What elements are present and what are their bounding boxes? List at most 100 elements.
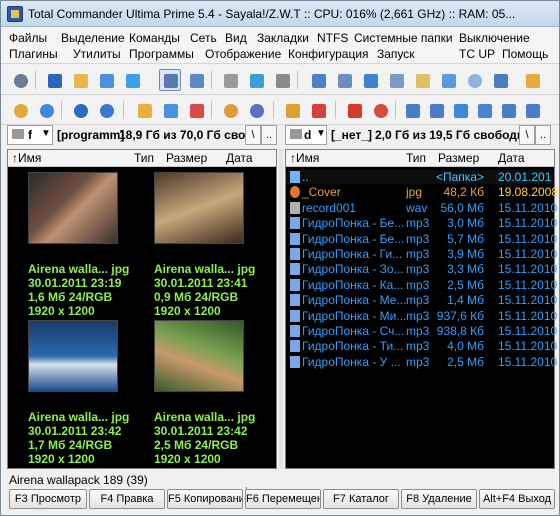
toolbar-columns-button[interactable]: [185, 69, 207, 91]
toolbar-trash-button[interactable]: [271, 69, 293, 91]
parent-directory-row[interactable]: .. <Папка> 20.01.201: [286, 170, 554, 184]
file-type: mp3: [406, 216, 430, 231]
toolbar-back-button[interactable]: [401, 99, 423, 121]
toolbar-find-button[interactable]: [489, 69, 511, 91]
file-row[interactable]: ГидроПонка - Ка... mp3 2,5 Мб 15.11.2010: [286, 278, 557, 292]
toolbar-pack-button[interactable]: [385, 69, 407, 91]
file-row[interactable]: ГидроПонка - Зо... mp3 3,3 Мб 15.11.2010: [286, 262, 557, 276]
toolbar-prev-button[interactable]: [497, 99, 519, 121]
panel-splitter[interactable]: [279, 149, 283, 469]
column-header-size[interactable]: Размер: [438, 151, 479, 165]
toolbar-thumbnails-button[interactable]: [159, 69, 181, 91]
file-row[interactable]: _Cover jpg 48,2 Кб 19.08.2008: [286, 185, 558, 199]
file-row[interactable]: ГидроПонка - У ... mp3 2,5 Мб 15.11.2010: [286, 355, 557, 369]
right-drive-select[interactable]: d ▼: [285, 125, 327, 145]
file-row[interactable]: ГидроПонка - Ми... mp3 937,6 Кб 15.11.2010: [286, 309, 557, 323]
menu-files[interactable]: Файлы: [9, 31, 47, 45]
column-header-date[interactable]: Дата: [498, 151, 525, 165]
toolbar-apps-button[interactable]: [307, 99, 329, 121]
right-file-panel[interactable]: ↑Имя Тип Размер Дата .. <Папка> 20.01.201 _…: [285, 149, 558, 469]
toolbar-chart-button[interactable]: [219, 99, 241, 121]
toolbar-network-button[interactable]: [35, 99, 57, 121]
toolbar-attributes-button[interactable]: [437, 69, 459, 91]
menu-selection[interactable]: Выделение: [61, 31, 125, 45]
f4-edit-button[interactable]: F4 Правка: [89, 489, 165, 509]
menu-network[interactable]: Сеть: [190, 31, 217, 45]
f8-delete-button[interactable]: F8 Удаление: [401, 489, 477, 509]
menu-system-folders[interactable]: Системные папки: [354, 31, 453, 45]
toolbar-refresh-button[interactable]: [43, 69, 65, 91]
toolbar-box-yellow-button[interactable]: [133, 99, 155, 121]
toolbar-stop-button[interactable]: [343, 99, 365, 121]
f7-mkdir-button[interactable]: F7 Каталог: [323, 489, 399, 509]
column-header-date[interactable]: Дата: [226, 151, 253, 165]
toolbar-flag-button[interactable]: [245, 99, 267, 121]
column-header-type[interactable]: Тип: [134, 151, 154, 165]
menu-display[interactable]: Отображение: [205, 47, 281, 61]
menu-tc-up[interactable]: TC UP: [459, 47, 495, 61]
toolbar-edit-button[interactable]: [411, 69, 433, 91]
right-up-button[interactable]: ..: [535, 125, 551, 145]
file-row[interactable]: ГидроПонка - Ти... mp3 4,0 Мб 15.11.2010: [286, 339, 557, 354]
f6-move-button[interactable]: F6 Перемещение: [245, 489, 321, 509]
title-bar[interactable]: Total Commander Ultima Prime 5.4 - Sayal…: [1, 1, 559, 27]
toolbar-box-red-button[interactable]: [185, 99, 207, 121]
toolbar-copy-button[interactable]: [333, 69, 355, 91]
f3-view-button[interactable]: F3 Просмотр: [9, 489, 87, 509]
f5-copy-button[interactable]: F5 Копирование: [167, 489, 243, 509]
column-header-name[interactable]: ↑Имя: [12, 151, 41, 165]
toolbar-search-button[interactable]: [463, 69, 485, 91]
toolbar-power-button[interactable]: [369, 99, 391, 121]
alt-f4-exit-button[interactable]: Alt+F4 Выход: [479, 489, 555, 509]
toolbar-cycle-button[interactable]: [449, 99, 471, 121]
toolbar-folder-button[interactable]: [521, 69, 543, 91]
grid-icon: [286, 104, 300, 118]
column-header-name[interactable]: ↑Имя: [290, 151, 319, 165]
menu-launch[interactable]: Запуск: [377, 47, 415, 61]
menu-plugins[interactable]: Плагины: [9, 47, 58, 61]
toolbar-player-button[interactable]: [69, 99, 91, 121]
box-icon: [138, 104, 152, 118]
toolbar-settings-button[interactable]: [9, 99, 31, 121]
menu-commands[interactable]: Команды: [129, 31, 180, 45]
menu-help[interactable]: Помощь: [502, 47, 548, 61]
toolbar-tree-button[interactable]: [69, 69, 91, 91]
menu-utilities[interactable]: Утилиты: [73, 47, 121, 61]
toolbar-window-button[interactable]: [307, 69, 329, 91]
toolbar-box-blue-button[interactable]: [159, 99, 181, 121]
toolbar-full-button[interactable]: [121, 69, 143, 91]
file-row[interactable]: ГидроПонка - Сч... mp3 938,8 Кб 15.11.2010: [286, 324, 557, 338]
toolbar-tools-button[interactable]: [219, 69, 241, 91]
file-row[interactable]: ГидроПонка - Ги... mp3 3,9 Мб 15.11.2010: [286, 247, 557, 261]
menu-view[interactable]: Вид: [225, 31, 247, 45]
toolbar-grid-button[interactable]: [281, 99, 303, 121]
left-up-button[interactable]: ..: [261, 125, 277, 145]
right-root-button[interactable]: \: [519, 125, 535, 145]
left-drive-select[interactable]: f ▼: [7, 125, 53, 145]
column-header-type[interactable]: Тип: [406, 151, 426, 165]
left-root-button[interactable]: \: [245, 125, 261, 145]
toolbar-monitor-button[interactable]: [245, 69, 267, 91]
menu-ntfs[interactable]: NTFS: [317, 31, 348, 45]
toolbar-sync-button[interactable]: [359, 69, 381, 91]
file-row[interactable]: ГидроПонка - Бе... mp3 5,7 Мб 15.11.2010: [286, 232, 557, 246]
menu-shutdown[interactable]: Выключение: [459, 31, 530, 45]
file-row[interactable]: ГидроПонка - Бе... mp3 3,0 Мб 15.11.2010: [286, 216, 557, 231]
refresh-icon: [48, 74, 62, 88]
file-row[interactable]: ГидроПонка - Ме... mp3 1,4 Мб 15.11.2010: [286, 293, 557, 307]
file-name: ГидроПонка - Ти...: [302, 339, 404, 354]
left-file-panel[interactable]: ↑Имя Тип Размер Дата Airena walla... jpg…: [7, 149, 277, 469]
toolbar-browser-button[interactable]: [95, 99, 117, 121]
menu-programs[interactable]: Программы: [129, 47, 194, 61]
toolbar-swap-button[interactable]: [473, 99, 495, 121]
toolbar-forward-button[interactable]: [425, 99, 447, 121]
column-header-size[interactable]: Размер: [166, 151, 207, 165]
player-icon: [74, 104, 88, 118]
toolbar-gear-button[interactable]: [9, 69, 31, 91]
menu-configuration[interactable]: Конфигурация: [288, 47, 369, 61]
menu-bookmarks[interactable]: Закладки: [257, 31, 309, 45]
arrow-right-icon: [430, 104, 444, 118]
file-row[interactable]: record001 wav 56,0 Мб 15.11.2010: [286, 201, 557, 215]
toolbar-next-button[interactable]: [521, 99, 543, 121]
toolbar-brief-button[interactable]: [95, 69, 117, 91]
